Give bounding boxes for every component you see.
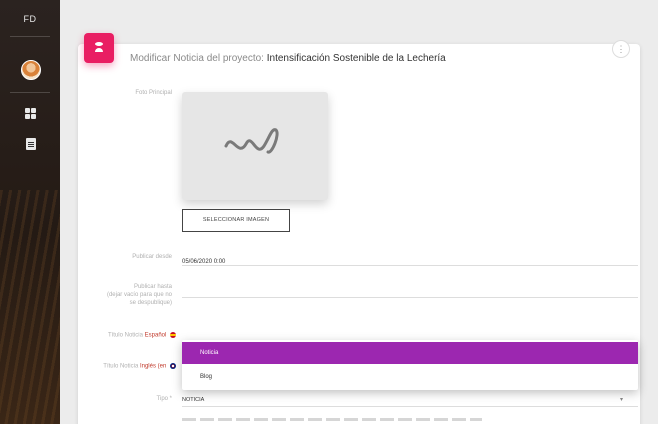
document-icon[interactable] — [26, 138, 36, 150]
dashboard-icon[interactable] — [25, 108, 37, 120]
publicar-hasta-label: Publicar hasta (dejar vacío para que no … — [72, 284, 172, 307]
titulo-en-label-text: Título Noticia — [103, 363, 139, 370]
user-avatar[interactable] — [21, 60, 41, 80]
titulo-en-label: Título Noticia Inglés (en — [60, 363, 176, 371]
select-image-button[interactable]: SELECCIONAR IMAGEN — [182, 209, 290, 232]
publicar-hasta-field[interactable] — [182, 282, 638, 298]
spain-flag-icon — [170, 332, 176, 338]
publicar-desde-label: Publicar desde — [132, 254, 172, 260]
publicar-hasta-label-line: (dejar vacío para que no — [106, 291, 172, 298]
chevron-down-icon[interactable]: ▾ — [620, 396, 623, 403]
publicar-hasta-label-line: Publicar hasta — [133, 284, 172, 290]
titulo-es-label-text: Título Noticia — [107, 332, 143, 339]
publicar-desde-field[interactable]: 05/06/2020 0:00 — [182, 250, 638, 266]
titulo-es-label: Título Noticia Español — [60, 332, 176, 340]
image-placeholder-icon — [224, 128, 279, 154]
tipo-label: Tipo * — [156, 396, 172, 402]
sidebar-background — [0, 190, 60, 424]
sidebar-divider — [10, 36, 50, 37]
project-name: Intensificación Sostenible de la Lecherí… — [266, 53, 446, 64]
image-placeholder[interactable] — [182, 92, 328, 200]
more-options-button[interactable]: ⋮ — [612, 40, 630, 58]
publicar-hasta-label-line: se despublique) — [129, 299, 172, 306]
partial-text-line — [182, 418, 482, 421]
titulo-es-language: Español — [144, 332, 167, 339]
sidebar: FD — [0, 0, 60, 424]
dropdown-option-noticia[interactable]: Noticia — [182, 342, 638, 364]
foto-principal-label: Foto Principal — [135, 90, 172, 96]
tipo-select[interactable]: NOTICIA — [182, 397, 204, 403]
tipo-dropdown-menu: Noticia Blog — [182, 340, 638, 390]
tipo-underline — [182, 406, 638, 407]
sidebar-divider — [10, 92, 50, 93]
page-title: Modificar Noticia del proyecto: Intensif… — [130, 53, 446, 64]
card-header-badge — [84, 33, 114, 63]
title-prefix: Modificar Noticia del proyecto: — [130, 53, 264, 64]
publicar-desde-value: 05/06/2020 0:00 — [182, 259, 226, 265]
uk-flag-icon — [170, 363, 176, 369]
dropdown-option-blog[interactable]: Blog — [182, 366, 638, 388]
sidebar-brand[interactable]: FD — [0, 14, 60, 24]
person-icon — [95, 42, 103, 52]
titulo-en-language: Inglés (en — [139, 363, 167, 370]
